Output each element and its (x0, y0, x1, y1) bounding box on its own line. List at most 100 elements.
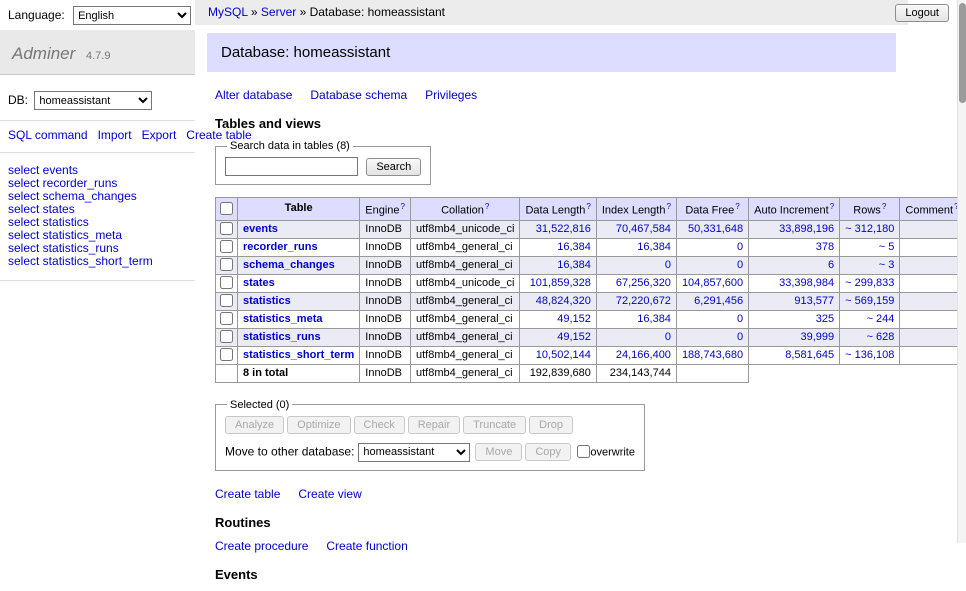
vertical-scrollbar[interactable] (957, 0, 966, 543)
table-name-link[interactable]: statistics_meta (243, 313, 323, 325)
row-checkbox[interactable] (220, 276, 233, 289)
data-length-link[interactable]: 10,502,144 (536, 349, 591, 361)
row-checkbox[interactable] (220, 312, 233, 325)
select-all-checkbox[interactable] (220, 202, 233, 215)
copy-button[interactable]: Copy (525, 443, 571, 461)
table-row: recorder_runsInnoDButf8mb4_general_ci16,… (216, 238, 965, 256)
table-name-link[interactable]: schema_changes (243, 259, 335, 271)
move-label: Move to other database: (225, 444, 354, 458)
rows-link[interactable]: ~ 3 (879, 259, 895, 271)
data-free-link[interactable]: 0 (737, 259, 743, 271)
move-db-select[interactable]: homeassistant (358, 443, 470, 462)
rows-link[interactable]: ~ 299,833 (845, 277, 894, 289)
rows-link[interactable]: ~ 136,108 (845, 349, 894, 361)
auto-increment-link[interactable]: 325 (816, 313, 834, 325)
index-length-link[interactable]: 16,384 (637, 241, 671, 253)
search-button[interactable]: Search (366, 158, 421, 176)
index-length-link[interactable]: 0 (665, 259, 671, 271)
help-link[interactable]: ? (735, 202, 739, 211)
data-free-link[interactable]: 0 (737, 331, 743, 343)
optimize-button[interactable]: Optimize (287, 416, 350, 434)
auto-increment-link[interactable]: 6 (828, 259, 834, 271)
data-length-link[interactable]: 49,152 (557, 331, 591, 343)
check-button[interactable]: Check (354, 416, 405, 434)
help-link[interactable]: ? (882, 202, 886, 211)
auto-increment-link[interactable]: 39,999 (801, 331, 835, 343)
row-checkbox[interactable] (220, 294, 233, 307)
app-logo-link[interactable]: Adminer (12, 44, 75, 63)
repair-button[interactable]: Repair (408, 416, 460, 434)
auto-increment-cell: 6 (749, 256, 840, 274)
logout-button[interactable]: Logout (895, 4, 949, 22)
help-link[interactable]: ? (485, 202, 489, 211)
breadcrumb-server[interactable]: Server (261, 5, 296, 19)
row-checkbox[interactable] (220, 240, 233, 253)
index-length-link[interactable]: 67,256,320 (616, 277, 671, 289)
index-length-link[interactable]: 0 (665, 331, 671, 343)
index-length-link[interactable]: 70,467,584 (616, 223, 671, 235)
data-length-link[interactable]: 31,522,816 (536, 223, 591, 235)
data-free-link[interactable]: 0 (737, 241, 743, 253)
table-name-link[interactable]: recorder_runs (243, 241, 318, 253)
link-create-function[interactable]: Create function (326, 539, 407, 553)
index-length-link[interactable]: 24,166,400 (616, 349, 671, 361)
data-free-link[interactable]: 50,331,648 (688, 223, 743, 235)
auto-increment-link[interactable]: 33,898,196 (779, 223, 834, 235)
data-free-link[interactable]: 6,291,456 (694, 295, 743, 307)
scrollbar-thumb[interactable] (959, 3, 966, 103)
data-free-link[interactable]: 0 (737, 313, 743, 325)
rows-link[interactable]: ~ 5 (879, 241, 895, 253)
row-checkbox[interactable] (220, 330, 233, 343)
help-link[interactable]: ? (586, 202, 590, 211)
data-length-link[interactable]: 48,824,320 (536, 295, 591, 307)
rows-link[interactable]: ~ 244 (867, 313, 895, 325)
row-checkbox[interactable] (220, 222, 233, 235)
table-name-link[interactable]: states (243, 277, 275, 289)
language-select[interactable]: English (73, 6, 191, 25)
auto-increment-link[interactable]: 378 (816, 241, 834, 253)
sidebar-select-statistics-short-term[interactable]: select statistics_short_term (8, 255, 187, 268)
move-button[interactable]: Move (475, 443, 522, 461)
breadcrumb-mysql[interactable]: MySQL (208, 5, 248, 19)
overwrite-checkbox[interactable] (577, 445, 590, 458)
link-create-procedure[interactable]: Create procedure (215, 539, 308, 553)
sidebar-action-import[interactable]: Import (98, 128, 132, 142)
link-create-table[interactable]: Create table (215, 487, 280, 501)
auto-increment-link[interactable]: 8,581,645 (785, 349, 834, 361)
sidebar-action-sql-command[interactable]: SQL command (8, 128, 88, 142)
table-name-link[interactable]: statistics_runs (243, 331, 321, 343)
row-checkbox[interactable] (220, 348, 233, 361)
data-length-link[interactable]: 49,152 (557, 313, 591, 325)
row-select-cell (216, 292, 238, 310)
search-input[interactable] (225, 157, 358, 176)
auto-increment-link[interactable]: 33,398,984 (779, 277, 834, 289)
db-link-privileges[interactable]: Privileges (425, 88, 477, 102)
truncate-button[interactable]: Truncate (463, 416, 526, 434)
data-length-link[interactable]: 16,384 (557, 241, 591, 253)
db-link-database-schema[interactable]: Database schema (310, 88, 407, 102)
data-length-link[interactable]: 101,859,328 (530, 277, 591, 289)
rows-link[interactable]: ~ 628 (867, 331, 895, 343)
index-length-link[interactable]: 16,384 (637, 313, 671, 325)
data-length-link[interactable]: 16,384 (557, 259, 591, 271)
overwrite-label[interactable]: overwrite (590, 446, 635, 458)
table-name-link[interactable]: statistics_short_term (243, 349, 354, 361)
data-free-link[interactable]: 104,857,600 (682, 277, 743, 289)
auto-increment-link[interactable]: 913,577 (794, 295, 834, 307)
rows-link[interactable]: ~ 312,180 (845, 223, 894, 235)
index-length-link[interactable]: 72,220,672 (616, 295, 671, 307)
data-free-link[interactable]: 188,743,680 (682, 349, 743, 361)
table-name-link[interactable]: statistics (243, 295, 291, 307)
table-name-link[interactable]: events (243, 223, 278, 235)
rows-link[interactable]: ~ 569,159 (845, 295, 894, 307)
help-link[interactable]: ? (401, 202, 405, 211)
db-link-alter-database[interactable]: Alter database (215, 88, 292, 102)
row-checkbox[interactable] (220, 258, 233, 271)
link-create-view[interactable]: Create view (298, 487, 361, 501)
help-link[interactable]: ? (830, 202, 834, 211)
sidebar-action-export[interactable]: Export (142, 128, 177, 142)
db-select[interactable]: homeassistant (34, 91, 152, 110)
drop-button[interactable]: Drop (529, 416, 573, 434)
analyze-button[interactable]: Analyze (225, 416, 284, 434)
help-link[interactable]: ? (666, 202, 670, 211)
